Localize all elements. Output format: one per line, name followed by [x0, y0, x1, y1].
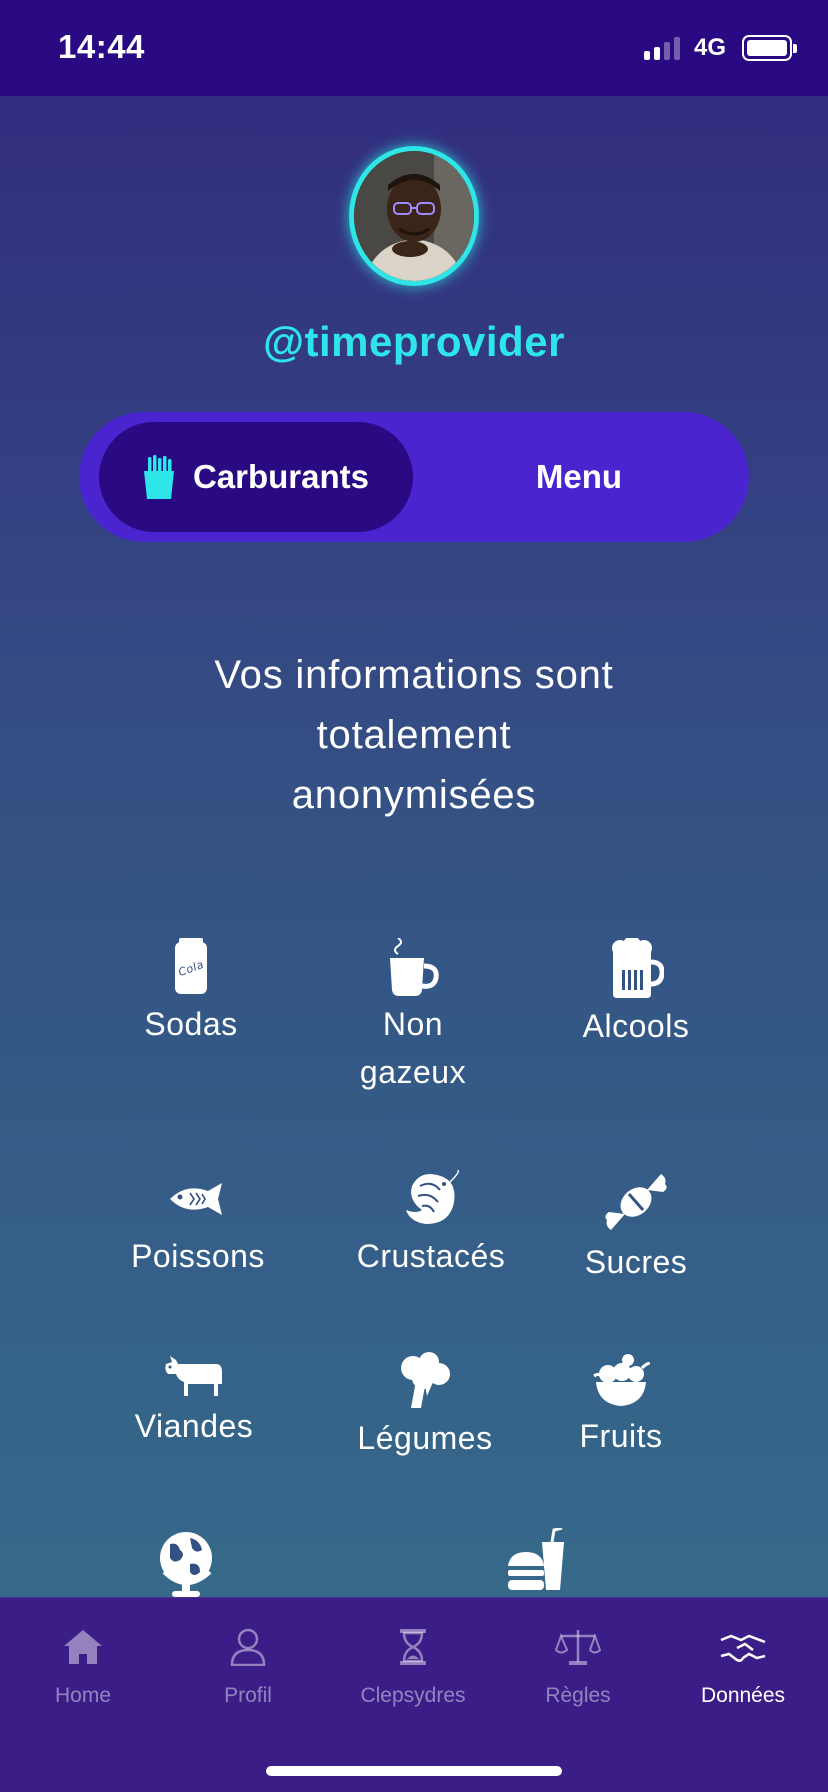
- home-indicator[interactable]: [266, 1766, 562, 1776]
- tab-label: Home: [54, 1684, 112, 1707]
- tab-label: Profil: [224, 1684, 272, 1707]
- signal-icon: [643, 36, 680, 60]
- category-label: Sucres: [584, 1244, 688, 1280]
- anonymity-message: Vos informations sont totalement anonymi…: [114, 645, 714, 825]
- tab-donnees[interactable]: Données: [660, 1628, 826, 1708]
- category-sucres[interactable]: Sucres: [580, 1170, 692, 1286]
- tab-carburants[interactable]: Carburants: [99, 422, 413, 532]
- category-label: Non: [382, 1006, 444, 1042]
- tab-label: Règles: [545, 1684, 611, 1707]
- network-label: 4G: [693, 34, 726, 61]
- fruit-basket-icon: [593, 1354, 650, 1406]
- category-viandes[interactable]: Viandes: [130, 1352, 258, 1450]
- category-poissons[interactable]: Poissons: [130, 1170, 266, 1280]
- handshake-icon: [720, 1634, 766, 1662]
- globe-icon: [160, 1532, 212, 1597]
- soda-can-icon: Cola: [175, 938, 207, 994]
- hourglass-icon: [400, 1629, 426, 1665]
- category-label: gazeux: [359, 1054, 467, 1090]
- avatar-photo: [354, 151, 474, 281]
- category-non-gazeux[interactable]: Non gazeux: [346, 938, 480, 1096]
- fries-icon: [143, 455, 174, 499]
- status-bar: 14:44 4G: [0, 0, 828, 96]
- tab-profil[interactable]: Profil: [165, 1628, 331, 1708]
- status-time: 14:44: [58, 28, 145, 65]
- category-label: Crustacés: [356, 1238, 506, 1274]
- anonymity-line-3: anonymisées: [291, 773, 537, 817]
- tab-bar: Home Profil Clepsydres Règles Données: [0, 1597, 828, 1792]
- category-label: Poissons: [131, 1238, 265, 1274]
- category-label: Légumes: [357, 1420, 493, 1456]
- category-legumes[interactable]: Légumes: [356, 1352, 494, 1462]
- cow-icon: [165, 1356, 222, 1396]
- tab-menu-label: Menu: [535, 458, 623, 495]
- category-fast-food[interactable]: [504, 1528, 568, 1600]
- user-icon: [230, 1628, 266, 1666]
- segmented-control: Carburants Menu: [79, 412, 749, 542]
- fast-food-icon: [508, 1528, 564, 1590]
- avatar[interactable]: [349, 146, 479, 286]
- category-label: Viandes: [134, 1408, 254, 1444]
- tab-menu[interactable]: Menu: [429, 422, 729, 532]
- candy-icon: [605, 1174, 667, 1230]
- tab-label: Données: [700, 1684, 786, 1707]
- category-sodas[interactable]: Cola Sodas: [130, 938, 252, 1048]
- username: @timeprovider: [263, 318, 565, 365]
- coffee-cup-icon: [390, 938, 439, 996]
- anonymity-line-2: totalement: [316, 713, 512, 757]
- broccoli-icon: [401, 1352, 450, 1408]
- beer-mug-icon: [612, 938, 664, 998]
- shrimp-icon: [406, 1170, 460, 1224]
- fish-icon: [170, 1183, 222, 1215]
- battery-icon: [742, 35, 797, 61]
- category-label: Fruits: [579, 1418, 663, 1454]
- category-label: Alcools: [582, 1008, 690, 1044]
- tab-home[interactable]: Home: [0, 1628, 166, 1708]
- category-fruits[interactable]: Fruits: [576, 1352, 666, 1460]
- home-icon: [64, 1630, 102, 1664]
- category-crustaces[interactable]: Crustacés: [356, 1170, 506, 1280]
- tab-clepsydres[interactable]: Clepsydres: [330, 1628, 496, 1708]
- category-alcools[interactable]: Alcools: [576, 938, 696, 1050]
- tab-regles[interactable]: Règles: [495, 1628, 661, 1708]
- anonymity-line-1: Vos informations sont: [214, 653, 614, 697]
- scales-icon: [555, 1630, 601, 1665]
- tab-carburants-label: Carburants: [192, 458, 370, 495]
- tab-label: Clepsydres: [360, 1684, 466, 1707]
- status-indicators: 4G: [643, 34, 797, 62]
- category-monde[interactable]: [154, 1528, 220, 1602]
- category-label: Sodas: [144, 1006, 238, 1042]
